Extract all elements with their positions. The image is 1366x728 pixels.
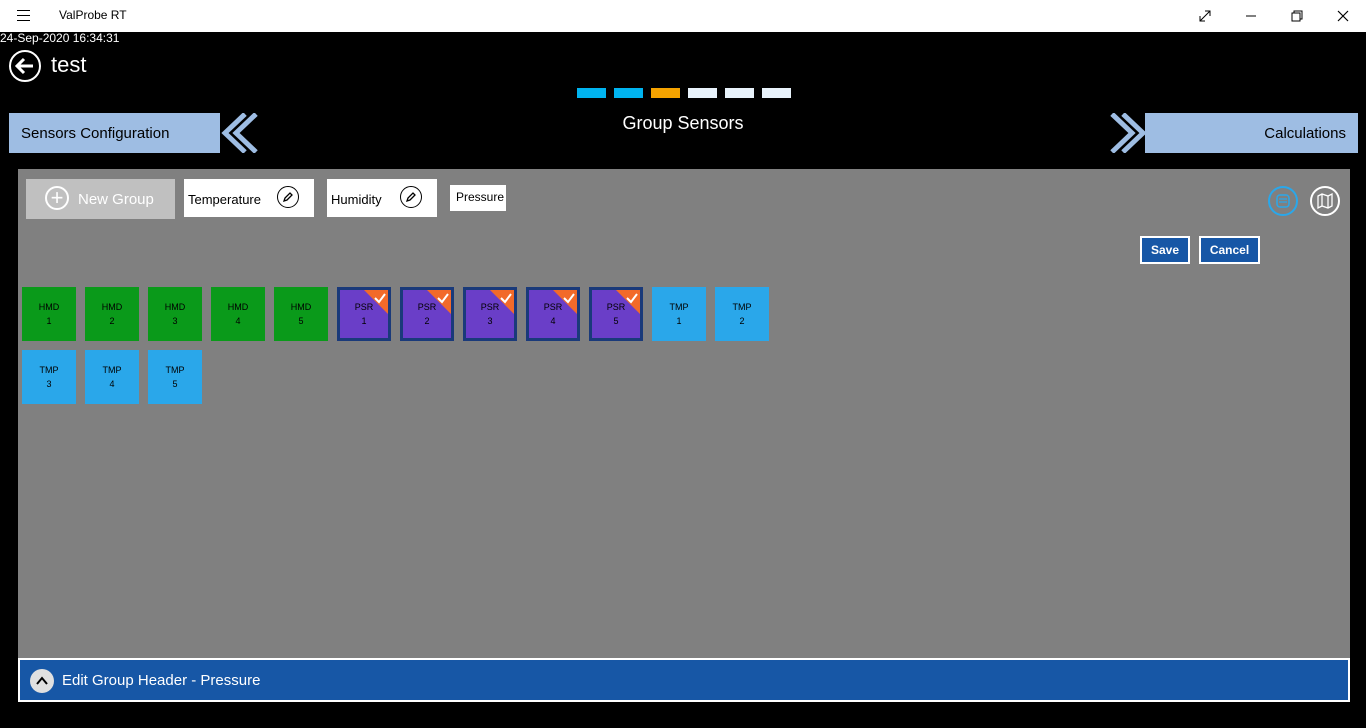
group-tab-humidity[interactable]: Humidity: [327, 179, 437, 217]
timestamp: 24-Sep-2020 16:34:31: [0, 31, 120, 45]
sensor-number: 5: [172, 379, 178, 389]
group-tab-label: Temperature: [188, 192, 261, 207]
sensor-tile-tmp-4[interactable]: TMP 4: [85, 350, 139, 404]
new-group-button[interactable]: + New Group: [26, 179, 175, 219]
sensor-tile-hmd-2[interactable]: HMD 2: [85, 287, 139, 341]
pencil-icon[interactable]: [400, 186, 422, 208]
sensor-tile-tmp-2[interactable]: TMP 2: [715, 287, 769, 341]
sensor-number: 3: [487, 316, 493, 326]
sensor-tile-psr-3[interactable]: PSR 3: [463, 287, 517, 341]
sensor-number: 3: [172, 316, 178, 326]
sensor-number: 4: [109, 379, 115, 389]
chevron-up-icon[interactable]: [30, 669, 54, 693]
step-progress-indicator: [577, 88, 791, 98]
group-tab-temperature[interactable]: Temperature: [184, 179, 314, 217]
sensor-tile-hmd-4[interactable]: HMD 4: [211, 287, 265, 341]
section-title: Group Sensors: [622, 113, 744, 133]
sensor-number: 4: [235, 316, 241, 326]
new-group-label: New Group: [78, 191, 154, 208]
sensor-number: 2: [739, 316, 745, 326]
restore-icon[interactable]: [1274, 0, 1320, 32]
group-name-input[interactable]: Pressure: [450, 185, 506, 211]
sensor-kind: HMD: [164, 302, 186, 312]
arrow-left-icon: [15, 57, 33, 75]
selected-check-icon: [427, 290, 451, 314]
sensor-kind: TMP: [165, 365, 185, 375]
sensor-tile-psr-5[interactable]: PSR 5: [589, 287, 643, 341]
sensor-kind: TMP: [732, 302, 752, 312]
prev-step-label: Sensors Configuration: [21, 125, 170, 142]
save-button[interactable]: Save: [1140, 236, 1190, 264]
sensor-tile-tmp-1[interactable]: TMP 1: [652, 287, 706, 341]
chevron-right-icon[interactable]: [1108, 113, 1148, 153]
sensor-kind: HMD: [101, 302, 123, 312]
sensor-tile-tmp-5[interactable]: TMP 5: [148, 350, 202, 404]
step-indicator-4: [688, 88, 717, 98]
plus-icon: +: [45, 186, 69, 210]
sensor-number: 5: [298, 316, 304, 326]
close-icon[interactable]: [1320, 0, 1366, 32]
step-indicator-6: [762, 88, 791, 98]
next-step-button[interactable]: Calculations: [1145, 113, 1358, 153]
sensor-number: 2: [424, 316, 430, 326]
sensor-kind: TMP: [669, 302, 689, 312]
selected-check-icon: [490, 290, 514, 314]
sensor-kind: TMP: [102, 365, 122, 375]
step-indicator-5: [725, 88, 754, 98]
selected-check-icon: [616, 290, 640, 314]
sensor-kind: HMD: [290, 302, 312, 312]
sensor-number: 4: [550, 316, 556, 326]
sensor-tile-psr-1[interactable]: PSR 1: [337, 287, 391, 341]
sensor-tile-psr-4[interactable]: PSR 4: [526, 287, 580, 341]
map-icon[interactable]: [1310, 186, 1340, 216]
step-indicator-1: [577, 88, 606, 98]
sensor-kind: TMP: [39, 365, 59, 375]
sensor-kind: HMD: [38, 302, 60, 312]
page-title: test: [51, 52, 87, 77]
selected-check-icon: [364, 290, 388, 314]
sensor-number: 3: [46, 379, 52, 389]
app-title: ValProbe RT: [59, 8, 127, 22]
sensor-tile-psr-2[interactable]: PSR 2: [400, 287, 454, 341]
next-step-label: Calculations: [1264, 125, 1346, 142]
sensor-tile-tmp-3[interactable]: TMP 3: [22, 350, 76, 404]
selected-check-icon: [553, 290, 577, 314]
sensor-number: 1: [46, 316, 52, 326]
step-indicator-3: [651, 88, 680, 98]
group-name-value: Pressure: [456, 190, 505, 204]
sensor-number: 5: [613, 316, 619, 326]
chevron-left-icon[interactable]: [220, 113, 260, 153]
prev-step-button[interactable]: Sensors Configuration: [9, 113, 221, 153]
minimize-icon[interactable]: [1228, 0, 1274, 32]
fullscreen-icon[interactable]: [1182, 0, 1228, 32]
title-bar: ValProbe RT: [0, 0, 1366, 32]
back-button[interactable]: [9, 50, 41, 82]
sensor-tile-hmd-5[interactable]: HMD 5: [274, 287, 328, 341]
sensor-number: 2: [109, 316, 115, 326]
list-view-icon[interactable]: [1268, 186, 1298, 216]
hamburger-menu-icon[interactable]: [17, 10, 30, 21]
sensor-tile-hmd-1[interactable]: HMD 1: [22, 287, 76, 341]
sensor-number: 1: [361, 316, 367, 326]
edit-group-header-bar[interactable]: Edit Group Header - Pressure: [18, 658, 1350, 702]
sensor-tile-hmd-3[interactable]: HMD 3: [148, 287, 202, 341]
pencil-icon[interactable]: [277, 186, 299, 208]
cancel-button[interactable]: Cancel: [1199, 236, 1260, 264]
edit-group-header-label: Edit Group Header - Pressure: [62, 672, 261, 689]
group-tab-label: Humidity: [331, 192, 382, 207]
sensor-number: 1: [676, 316, 682, 326]
sensor-kind: HMD: [227, 302, 249, 312]
step-indicator-2: [614, 88, 643, 98]
